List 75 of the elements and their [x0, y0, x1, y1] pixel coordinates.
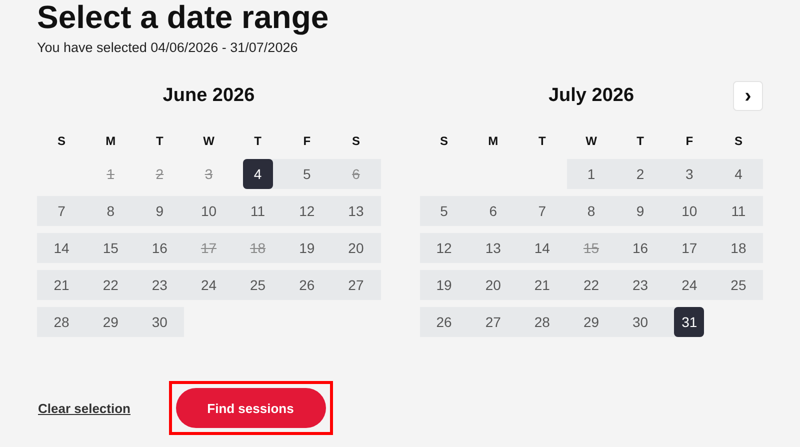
- day-cell[interactable]: 23: [135, 270, 184, 300]
- weekday-label: S: [439, 133, 450, 150]
- month-title: July 2026: [548, 84, 634, 108]
- day-cell[interactable]: 2: [616, 159, 665, 190]
- weekday-label: T: [155, 133, 164, 150]
- weekday-label: W: [584, 133, 598, 150]
- find-sessions-button[interactable]: Find sessions: [176, 388, 326, 428]
- weekday-label: F: [302, 133, 312, 150]
- day-cell[interactable]: 21: [518, 270, 567, 300]
- selected-day[interactable]: 4: [242, 159, 273, 190]
- day-cell[interactable]: 22: [566, 270, 616, 300]
- day-cell[interactable]: 8: [566, 196, 616, 226]
- weekday-label: S: [733, 133, 744, 150]
- day-cell[interactable]: 22: [86, 270, 136, 300]
- day-cell[interactable]: 3: [664, 159, 714, 190]
- weekday-label: T: [538, 133, 547, 150]
- day-cell[interactable]: 20: [331, 233, 380, 264]
- day-cell[interactable]: 13: [468, 233, 518, 264]
- day-cell[interactable]: 30: [135, 307, 184, 338]
- weekday-label: S: [56, 133, 67, 150]
- day-cell[interactable]: 7: [37, 196, 86, 226]
- day-cell[interactable]: 19: [420, 270, 469, 300]
- day-cell[interactable]: 10: [184, 196, 234, 226]
- day-cell[interactable]: 24: [664, 270, 714, 300]
- day-cell[interactable]: 9: [616, 196, 665, 226]
- day-cell[interactable]: 27: [331, 270, 380, 300]
- day-cell[interactable]: 18: [714, 233, 763, 264]
- day-cell[interactable]: 21: [37, 270, 86, 300]
- weekday-label: S: [350, 133, 361, 150]
- day-cell[interactable]: 15: [86, 233, 136, 264]
- day-cell[interactable]: 12: [420, 233, 469, 264]
- day-cell[interactable]: 11: [714, 196, 763, 226]
- day-cell[interactable]: 7: [518, 196, 567, 226]
- weekday-label: T: [253, 133, 262, 150]
- day-cell[interactable]: 23: [616, 270, 665, 300]
- day-cell[interactable]: 17: [664, 233, 714, 264]
- selected-day[interactable]: 31: [674, 307, 704, 338]
- day-cell[interactable]: 29: [86, 307, 136, 338]
- day-cell[interactable]: 10: [664, 196, 714, 226]
- clear-selection-link[interactable]: Clear selection: [38, 398, 130, 418]
- day-cell[interactable]: 25: [233, 270, 282, 300]
- day-cell[interactable]: 29: [566, 307, 616, 338]
- day-cell[interactable]: 16: [616, 233, 665, 264]
- day-cell[interactable]: 12: [282, 196, 332, 226]
- weekday-label: T: [636, 133, 645, 150]
- day-cell[interactable]: 6: [468, 196, 518, 226]
- day-cell[interactable]: 16: [135, 233, 184, 264]
- day-cell[interactable]: 11: [233, 196, 282, 226]
- weekday-label: W: [202, 133, 216, 150]
- day-cell[interactable]: 8: [86, 196, 136, 226]
- weekday-label: M: [487, 133, 500, 150]
- day-cell[interactable]: 24: [184, 270, 234, 300]
- page-title: Select a date range: [37, 0, 330, 34]
- day-cell[interactable]: 20: [468, 270, 518, 300]
- day-cell[interactable]: 5: [282, 159, 332, 190]
- day-cell[interactable]: 14: [37, 233, 86, 264]
- selection-summary: You have selected 04/06/2026 - 31/07/2026: [37, 39, 299, 57]
- day-cell[interactable]: 9: [135, 196, 184, 226]
- day-cell[interactable]: 1: [566, 159, 616, 190]
- day-cell[interactable]: 25: [714, 270, 763, 300]
- day-cell[interactable]: 26: [420, 307, 469, 338]
- weekday-label: F: [684, 133, 694, 150]
- month-title: June 2026: [162, 84, 255, 108]
- day-cell[interactable]: 4: [714, 159, 763, 190]
- day-cell[interactable]: 27: [468, 307, 518, 338]
- day-cell[interactable]: 28: [518, 307, 567, 338]
- day-cell[interactable]: 26: [282, 270, 332, 300]
- weekday-label: M: [104, 133, 117, 150]
- day-cell[interactable]: 5: [420, 196, 469, 226]
- next-month-button[interactable]: ›: [733, 81, 763, 112]
- day-cell[interactable]: 13: [331, 196, 380, 226]
- day-cell[interactable]: 28: [37, 307, 86, 338]
- day-cell[interactable]: 30: [616, 307, 665, 338]
- day-cell[interactable]: 19: [282, 233, 332, 264]
- day-cell[interactable]: 14: [518, 233, 567, 264]
